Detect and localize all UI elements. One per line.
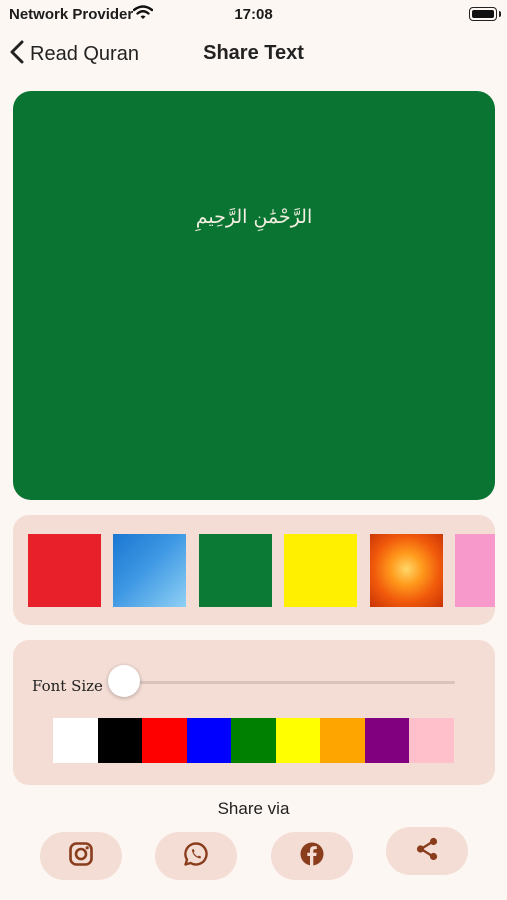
text-color-yellow[interactable] <box>275 718 320 763</box>
text-color-orange[interactable] <box>320 718 365 763</box>
share-via-label: Share via <box>217 799 290 818</box>
share-facebook-button[interactable] <box>271 832 353 880</box>
text-color-green[interactable] <box>231 718 276 763</box>
background-swatch-yellow[interactable] <box>284 534 357 607</box>
facebook-icon <box>299 841 325 872</box>
text-color-picker <box>53 718 454 763</box>
status-time: 17:08 <box>234 6 273 23</box>
battery-icon <box>469 7 501 21</box>
background-swatch-pink[interactable] <box>455 534 495 607</box>
share-preview-card: الرَّحْمَٰنِ الرَّحِيمِ <box>13 91 495 500</box>
background-swatch-blue-gradient[interactable] <box>113 534 186 607</box>
font-size-slider-track[interactable] <box>117 681 455 684</box>
share-more-button[interactable] <box>386 827 468 875</box>
text-color-red[interactable] <box>142 718 187 763</box>
background-swatch-orange-burst[interactable] <box>370 534 443 607</box>
background-swatch-red[interactable] <box>28 534 101 607</box>
share-whatsapp-button[interactable] <box>155 832 237 880</box>
text-color-white[interactable] <box>53 718 98 763</box>
navigation-bar: Read Quran Share Text <box>0 34 507 74</box>
share-icon <box>414 836 440 867</box>
whatsapp-icon <box>183 841 209 872</box>
text-color-pink[interactable] <box>409 718 454 763</box>
share-instagram-button[interactable] <box>40 832 122 880</box>
verse-text: الرَّحْمَٰنِ الرَّحِيمِ <box>195 206 313 228</box>
text-color-purple[interactable] <box>364 718 409 763</box>
font-size-slider-thumb[interactable] <box>107 665 140 697</box>
text-color-blue[interactable] <box>186 718 231 763</box>
font-size-label: Font Size <box>32 677 103 695</box>
instagram-icon <box>68 841 94 872</box>
background-swatch-green[interactable] <box>199 534 272 607</box>
status-bar: Network Provider 17:08 <box>0 0 507 30</box>
background-picker <box>13 515 495 625</box>
page-title: Share Text <box>203 42 304 64</box>
text-color-black[interactable] <box>97 718 142 763</box>
font-settings-panel: Font Size <box>13 640 495 785</box>
